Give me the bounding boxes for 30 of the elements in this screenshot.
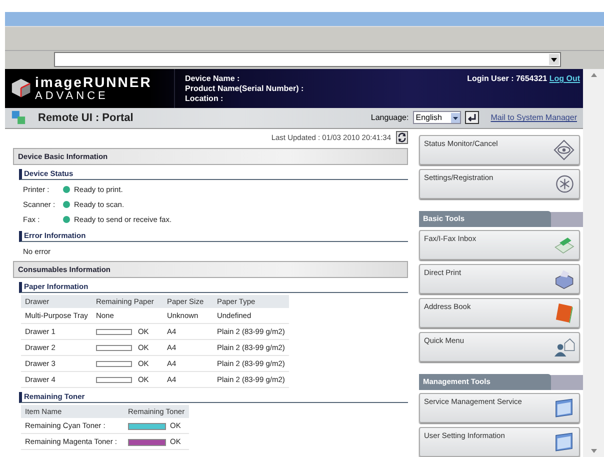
cube-logo-icon bbox=[11, 78, 31, 98]
eye-icon bbox=[553, 139, 575, 161]
language-label: Language: bbox=[370, 113, 409, 122]
paper-gauge bbox=[96, 377, 132, 384]
paper-gauge bbox=[96, 329, 132, 336]
person-house-icon bbox=[553, 336, 575, 358]
window-icon bbox=[553, 397, 575, 419]
device-field-label: Location : bbox=[185, 94, 224, 103]
refresh-button[interactable] bbox=[396, 131, 408, 144]
printer-icon bbox=[553, 268, 575, 290]
paper-gauge bbox=[96, 345, 132, 352]
scroll-up-arrow-icon[interactable] bbox=[590, 73, 596, 77]
language-select[interactable]: English bbox=[412, 111, 461, 124]
mail-to-system-manager-link[interactable]: Mail to System Manager bbox=[490, 113, 577, 122]
apply-button[interactable] bbox=[464, 111, 479, 124]
book-icon bbox=[553, 302, 575, 324]
device-field-label: Product Name(Serial Number) : bbox=[185, 84, 304, 93]
vertical-scrollbar[interactable] bbox=[583, 69, 604, 457]
portal-cubes-icon bbox=[11, 110, 26, 126]
address-dropdown[interactable] bbox=[54, 52, 561, 67]
product-logo-subtext: ADVANCE bbox=[35, 90, 108, 102]
product-logo-text: imageRUNNER bbox=[35, 74, 152, 90]
window-icon bbox=[553, 431, 575, 453]
login-user-text: Login User : 7654321 bbox=[467, 74, 548, 83]
asterisk-icon bbox=[553, 173, 575, 195]
page-title: Remote UI : Portal bbox=[38, 112, 134, 124]
paper-gauge bbox=[96, 361, 132, 368]
scroll-down-arrow-icon[interactable] bbox=[590, 449, 596, 453]
log-out-link[interactable]: Log Out bbox=[549, 74, 580, 83]
device-field-label: Device Name : bbox=[185, 74, 241, 83]
